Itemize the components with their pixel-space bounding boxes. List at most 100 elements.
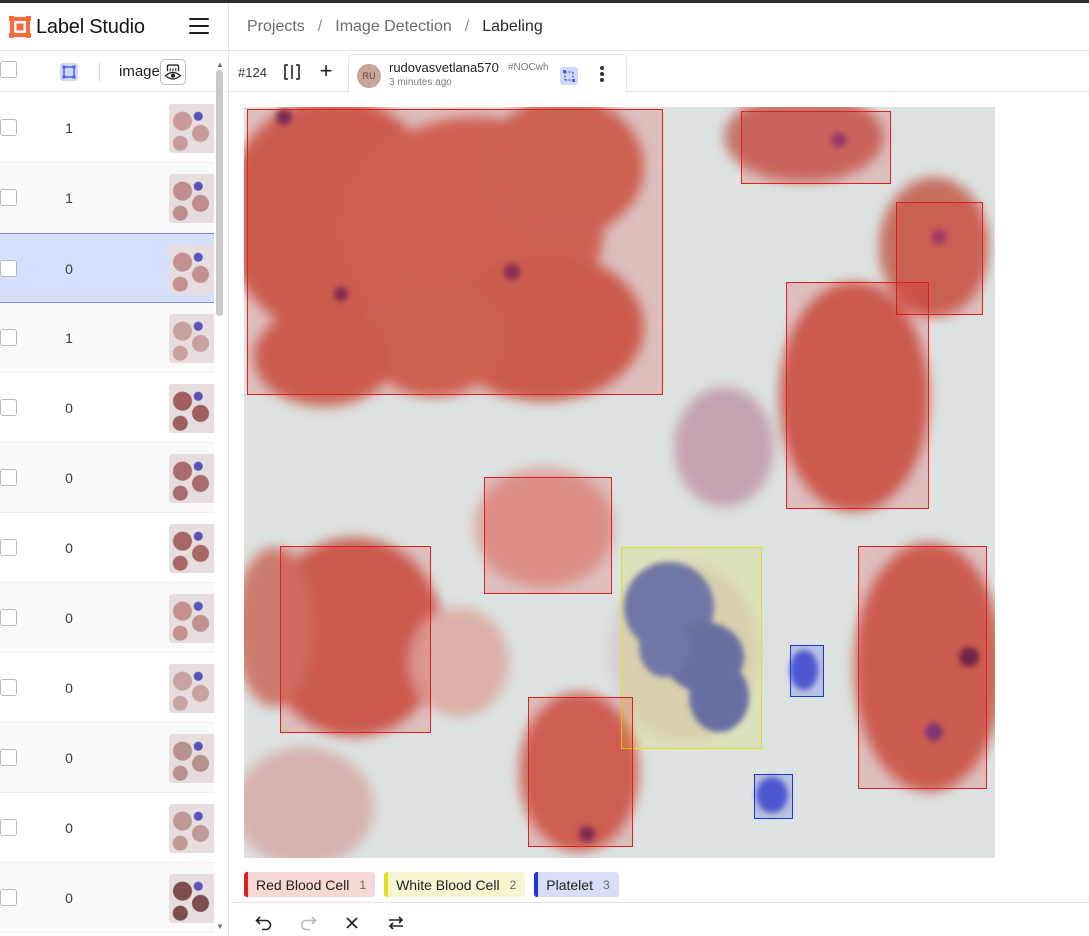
table-row[interactable]: 0 [0, 723, 214, 793]
red-blood-cell-bbox[interactable] [280, 546, 431, 733]
table-row[interactable]: 0 [0, 653, 214, 723]
image-canvas[interactable] [244, 107, 995, 858]
app-title: Label Studio [36, 16, 145, 38]
table-row[interactable]: 1 [0, 93, 214, 163]
annotation-count: 0 [65, 610, 73, 626]
red-blood-cell-bbox[interactable] [247, 109, 663, 395]
image-thumbnail [169, 804, 214, 853]
regions-icon[interactable] [560, 67, 578, 85]
table-row[interactable]: 0 [0, 233, 214, 303]
image-thumbnail [169, 245, 214, 294]
bottom-toolbar [230, 902, 1089, 936]
red-blood-cell-bbox[interactable] [741, 111, 891, 184]
annotation-time: 3 minutes ago [389, 77, 452, 88]
row-checkbox[interactable] [0, 749, 17, 766]
table-row[interactable]: 0 [0, 513, 214, 583]
red-blood-cell-bbox[interactable] [858, 546, 987, 789]
label-name: White Blood Cell [396, 876, 500, 893]
row-checkbox[interactable] [0, 119, 17, 136]
redo-icon[interactable] [298, 913, 318, 933]
breadcrumb-projects[interactable]: Projects [247, 18, 305, 36]
image-thumbnail [169, 174, 214, 223]
table-row[interactable]: 0 [0, 443, 214, 513]
table-row[interactable]: 0 [0, 863, 214, 933]
column-header-image[interactable]: image [119, 63, 160, 80]
row-checkbox[interactable] [0, 609, 17, 626]
annotation-count: 0 [65, 820, 73, 836]
annotation-code: #NOCwh [508, 62, 549, 73]
label-white-blood-cell[interactable]: White Blood Cell 2 [384, 872, 526, 897]
table-row[interactable]: 0 [0, 373, 214, 443]
red-blood-cell-bbox[interactable] [528, 697, 633, 847]
add-annotation-icon[interactable]: + [316, 60, 336, 82]
label-studio-logo-icon [9, 16, 31, 38]
image-thumbnail [169, 384, 214, 433]
more-options-icon[interactable] [599, 66, 605, 84]
platelet-bbox[interactable] [790, 645, 824, 697]
task-rows: 1 1 0 1 0 0 0 0 0 0 0 0 [0, 93, 214, 933]
app-header: Label Studio Projects / Image Detection … [0, 3, 1089, 51]
annotation-count: 0 [65, 400, 73, 416]
avatar: RU [357, 64, 381, 88]
column-divider [99, 62, 100, 82]
row-checkbox[interactable] [0, 399, 17, 416]
table-row[interactable]: 0 [0, 793, 214, 863]
white-blood-cell-bbox[interactable] [621, 547, 762, 749]
label-platelet[interactable]: Platelet 3 [534, 872, 619, 897]
image-thumbnail [169, 664, 214, 713]
annotations-column-icon[interactable] [60, 63, 78, 81]
eye-preview-icon[interactable] [160, 59, 186, 85]
annotation-count: 0 [65, 540, 73, 556]
breadcrumb-project[interactable]: Image Detection [335, 18, 452, 36]
annotation-count: 0 [65, 261, 73, 277]
label-name: Platelet [546, 876, 593, 893]
breadcrumb-separator: / [317, 18, 323, 35]
hamburger-menu-icon[interactable] [189, 18, 209, 36]
select-all-checkbox[interactable] [0, 61, 17, 78]
table-row[interactable]: 1 [0, 163, 214, 233]
annotation-count: 1 [65, 330, 73, 346]
annotator-name: rudovasvetlana570 [389, 60, 499, 75]
image-thumbnail [169, 524, 214, 573]
scroll-up-arrow[interactable]: ▲ [216, 60, 224, 69]
breadcrumb-current: Labeling [482, 18, 543, 35]
table-row[interactable]: 0 [0, 583, 214, 653]
image-thumbnail [169, 734, 214, 783]
label-hotkey: 1 [359, 877, 367, 892]
row-checkbox[interactable] [0, 539, 17, 556]
annotation-count: 1 [65, 120, 73, 136]
label-hotkey: 2 [509, 877, 517, 892]
row-checkbox[interactable] [0, 819, 17, 836]
platelet-bbox[interactable] [754, 774, 793, 819]
annotation-toolbar: #124 + RU rudovasvetlana570 #NOCwh 3 min… [230, 52, 1089, 93]
image-thumbnail [169, 314, 214, 363]
annotation-count: 0 [65, 470, 73, 486]
label-name: Red Blood Cell [256, 876, 350, 893]
annotation-count: 0 [65, 890, 73, 906]
row-checkbox[interactable] [0, 329, 17, 346]
label-hotkey: 3 [602, 877, 610, 892]
task-id: #124 [238, 65, 267, 80]
red-blood-cell-bbox[interactable] [786, 282, 929, 509]
annotation-count: 0 [65, 750, 73, 766]
breadcrumb-separator: / [464, 18, 470, 35]
row-checkbox[interactable] [0, 679, 17, 696]
undo-icon[interactable] [254, 913, 274, 933]
row-checkbox[interactable] [0, 260, 17, 277]
split-view-icon[interactable] [282, 62, 302, 82]
row-checkbox[interactable] [0, 189, 17, 206]
swap-icon[interactable] [386, 913, 406, 933]
table-row[interactable]: 1 [0, 303, 214, 373]
scroll-down-arrow[interactable]: ▼ [216, 922, 224, 931]
red-blood-cell-bbox[interactable] [484, 477, 612, 594]
image-thumbnail [169, 874, 214, 923]
close-icon[interactable] [342, 913, 362, 933]
annotation-tab[interactable]: RU rudovasvetlana570 #NOCwh 3 minutes ag… [348, 54, 627, 93]
row-checkbox[interactable] [0, 889, 17, 906]
row-checkbox[interactable] [0, 469, 17, 486]
label-red-blood-cell[interactable]: Red Blood Cell 1 [244, 872, 376, 897]
image-thumbnail [169, 454, 214, 503]
image-thumbnail [169, 594, 214, 643]
task-list: image 1 1 0 1 0 0 0 0 0 0 0 0 ▲ ▼ [0, 52, 229, 936]
scrollbar-thumb[interactable] [216, 70, 223, 316]
